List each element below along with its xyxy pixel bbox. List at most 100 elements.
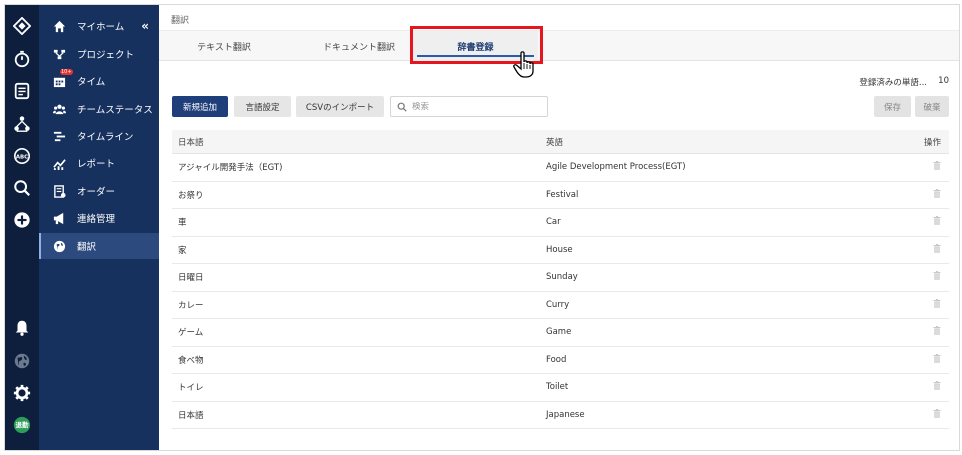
table-row[interactable]: 車 Car xyxy=(172,209,949,237)
table-row[interactable]: 家 House xyxy=(172,237,949,264)
delete-trash-icon[interactable] xyxy=(933,408,941,421)
cell-english: Festival xyxy=(546,189,579,200)
cell-english: Curry xyxy=(546,299,570,310)
save-button[interactable]: 保存 xyxy=(874,96,911,117)
cell-japanese: ゲーム xyxy=(178,328,204,339)
cell-japanese: 家 xyxy=(178,245,187,256)
report-chart-icon xyxy=(52,156,66,170)
abc-icon[interactable]: ABC xyxy=(12,146,32,166)
search-icon[interactable] xyxy=(12,178,32,198)
cell-japanese: 車 xyxy=(178,218,187,229)
settings-gear-icon[interactable] xyxy=(12,383,32,403)
sidebar-item-label: レポート xyxy=(77,159,116,170)
cell-english: Toilet xyxy=(546,382,569,393)
cell-english: Agile Development Process(EGT) xyxy=(546,162,686,173)
sidebar-item-label: プロジェクト xyxy=(77,50,135,61)
column-header-english: 英語 xyxy=(546,137,564,148)
sidebar-item-home[interactable]: マイホーム xyxy=(39,13,159,39)
sidebar-item-contact[interactable]: 連絡管理 xyxy=(39,205,159,231)
csv-import-button[interactable]: CSVのインポート xyxy=(296,96,384,117)
table-row[interactable]: カレー Curry xyxy=(172,292,949,319)
search-box[interactable] xyxy=(390,96,548,117)
delete-trash-icon[interactable] xyxy=(933,271,941,283)
dictionary-table: 日本語 英語 操作 アジャイル開発手法（EGT) Agile Developmen… xyxy=(172,130,949,429)
cell-japanese: お祭り xyxy=(178,190,204,201)
delete-trash-icon[interactable] xyxy=(933,188,941,201)
cell-japanese: 日本語 xyxy=(178,410,204,421)
cell-japanese: 食べ物 xyxy=(178,355,204,366)
hand-pointer-cursor-icon xyxy=(513,51,534,78)
cell-english: Sunday xyxy=(546,272,578,283)
app-window: ABC 退勤 « マイホーム プロジェクト 10+ タイム チームステータス タ… xyxy=(4,4,960,451)
main-content: 翻訳 テキスト翻訳 ドキュメント翻訳 辞書登録 登録済みの単語... 10 新規… xyxy=(159,5,959,450)
delete-trash-icon[interactable] xyxy=(933,326,941,338)
sidebar: « マイホーム プロジェクト 10+ タイム チームステータス タイムライン レ… xyxy=(39,5,159,450)
stopwatch-icon[interactable] xyxy=(12,49,32,69)
add-new-button[interactable]: 新規追加 xyxy=(172,96,228,117)
delete-trash-icon[interactable] xyxy=(933,353,941,366)
add-circle-icon[interactable] xyxy=(12,210,32,230)
delete-trash-icon[interactable] xyxy=(933,381,941,393)
document-list-icon[interactable] xyxy=(12,81,32,101)
cell-japanese: トイレ xyxy=(178,383,204,394)
bell-icon[interactable] xyxy=(12,318,32,338)
globe-icon[interactable] xyxy=(12,351,32,371)
delete-trash-icon[interactable] xyxy=(933,161,941,173)
delete-trash-icon[interactable] xyxy=(933,243,941,256)
table-header: 日本語 英語 操作 xyxy=(172,130,949,154)
team-icon xyxy=(52,102,66,116)
table-row[interactable]: 食べ物 Food xyxy=(172,347,949,374)
sidebar-item-label: タイム xyxy=(77,77,106,88)
sidebar-item-timeline[interactable]: タイムライン xyxy=(39,123,159,149)
table-row[interactable]: トイレ Toilet xyxy=(172,374,949,402)
registered-words-label: 登録済みの単語... xyxy=(859,78,927,88)
icon-rail: ABC 退勤 xyxy=(5,5,39,450)
column-header-japanese: 日本語 xyxy=(178,137,204,148)
sidebar-item-report[interactable]: レポート xyxy=(39,150,159,176)
discard-button[interactable]: 破棄 xyxy=(915,96,949,117)
registered-words-count: 10 xyxy=(938,76,949,86)
table-row[interactable]: アジャイル開発手法（EGT) Agile Development Process(… xyxy=(172,154,949,182)
table-row[interactable]: 日曜日 Sunday xyxy=(172,264,949,292)
user-status-label: 退勤 xyxy=(15,421,29,429)
cell-japanese: 日曜日 xyxy=(178,273,204,284)
sidebar-item-translation[interactable]: 翻訳 xyxy=(39,233,159,259)
tab-bar: テキスト翻訳 ドキュメント翻訳 辞書登録 xyxy=(159,30,959,61)
search-icon xyxy=(397,102,407,112)
timeline-icon xyxy=(52,129,66,143)
sidebar-item-project[interactable]: プロジェクト xyxy=(39,41,159,67)
sidebar-item-label: マイホーム xyxy=(77,22,125,33)
sidebar-item-label: 連絡管理 xyxy=(77,214,116,225)
table-row[interactable]: ゲーム Game xyxy=(172,319,949,347)
cell-english: House xyxy=(546,244,573,255)
breadcrumb: 翻訳 xyxy=(171,16,190,26)
cell-japanese: カレー xyxy=(178,300,204,311)
delete-trash-icon[interactable] xyxy=(933,298,941,311)
user-status-avatar[interactable]: 退勤 xyxy=(12,415,32,435)
organization-icon[interactable] xyxy=(12,114,32,134)
sidebar-item-time[interactable]: 10+ タイム xyxy=(39,68,159,94)
order-icon xyxy=(52,184,66,198)
language-settings-button[interactable]: 言語設定 xyxy=(234,96,291,117)
sidebar-item-order[interactable]: オーダー xyxy=(39,178,159,204)
cell-english: Food xyxy=(546,354,567,365)
table-row[interactable]: 日本語 Japanese xyxy=(172,402,949,429)
time-badge: 10+ xyxy=(60,69,73,75)
search-input[interactable] xyxy=(412,101,542,112)
delete-trash-icon[interactable] xyxy=(933,216,941,228)
tab-document-translation[interactable]: ドキュメント翻訳 xyxy=(299,31,419,61)
cell-english: Japanese xyxy=(546,409,585,420)
megaphone-icon xyxy=(52,211,66,225)
tab-text-translation[interactable]: テキスト翻訳 xyxy=(169,31,279,61)
sidebar-item-label: チームステータス xyxy=(77,105,153,116)
sidebar-item-team-status[interactable]: チームステータス xyxy=(39,96,159,122)
table-row[interactable]: お祭り Festival xyxy=(172,182,949,209)
sidebar-item-label: タイムライン xyxy=(77,132,134,143)
home-icon xyxy=(52,19,66,33)
logo-icon[interactable] xyxy=(12,16,32,36)
sidebar-item-label: 翻訳 xyxy=(77,242,97,253)
project-tree-icon xyxy=(52,47,66,61)
sidebar-item-label: オーダー xyxy=(77,187,116,198)
cell-english: Game xyxy=(546,327,572,338)
cell-japanese: アジャイル開発手法（EGT) xyxy=(178,163,283,174)
